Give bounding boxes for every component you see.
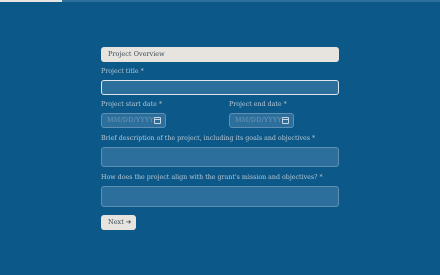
- end-date-placeholder: MM/DD/YYYY: [235, 117, 282, 124]
- form-container: Project Overview: [101, 47, 339, 62]
- start-date-input[interactable]: MM/DD/YYYY: [101, 113, 166, 128]
- description-textarea[interactable]: [101, 147, 339, 167]
- project-title-label-text: Project title: [101, 68, 139, 75]
- alignment-textarea[interactable]: [101, 186, 339, 207]
- calendar-icon[interactable]: [154, 117, 161, 124]
- required-mark: *: [283, 101, 287, 108]
- required-mark: *: [158, 101, 163, 108]
- arrow-right-icon: ➔: [125, 218, 132, 226]
- required-mark: *: [312, 135, 316, 142]
- progress-fill: [0, 0, 62, 2]
- alignment-label: How does the project align with the gran…: [101, 174, 323, 181]
- required-mark: *: [140, 68, 144, 75]
- end-date-label: Project end date *: [229, 101, 287, 108]
- end-date-input[interactable]: MM/DD/YYYY: [229, 113, 294, 128]
- calendar-icon[interactable]: [282, 117, 289, 124]
- required-mark: *: [319, 174, 323, 181]
- start-date-label: Project start date *: [101, 101, 162, 108]
- progress-track: [0, 0, 440, 2]
- section-title: Project Overview: [108, 50, 165, 58]
- project-title-input[interactable]: [101, 80, 339, 95]
- start-date-label-text: Project start date: [101, 101, 157, 108]
- next-button-label: Next: [108, 218, 124, 226]
- description-label: Brief description of the project, includ…: [101, 135, 315, 142]
- next-button[interactable]: Next ➔: [101, 215, 136, 230]
- section-header: Project Overview: [101, 47, 339, 62]
- alignment-label-text: How does the project align with the gran…: [101, 174, 318, 181]
- description-label-text: Brief description of the project, includ…: [101, 135, 311, 142]
- project-title-label: Project title *: [101, 68, 144, 75]
- end-date-label-text: Project end date: [229, 101, 282, 108]
- start-date-placeholder: MM/DD/YYYY: [107, 117, 154, 124]
